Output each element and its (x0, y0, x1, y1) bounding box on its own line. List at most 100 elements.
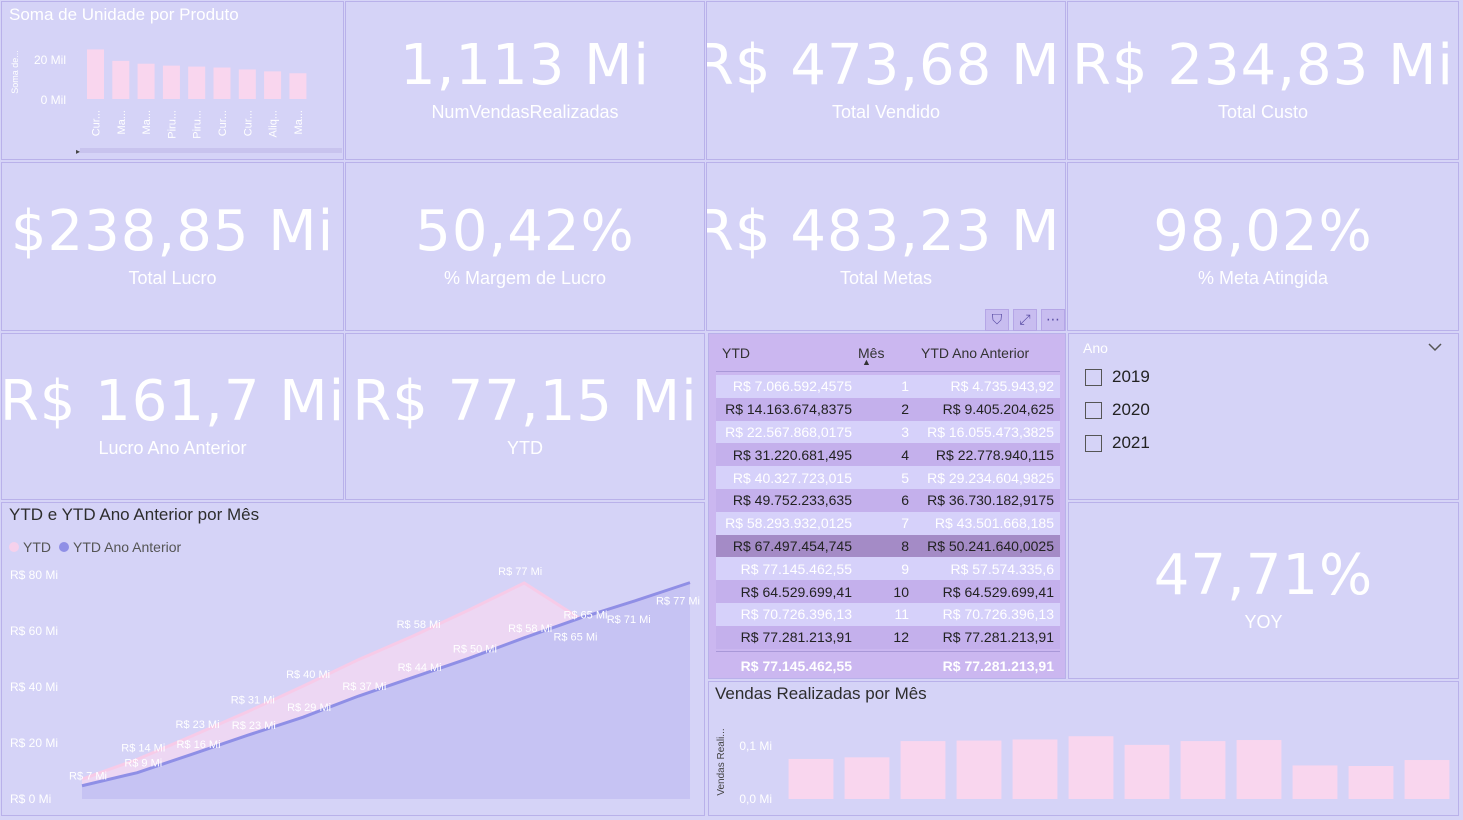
cell-ytd: R$ 40.327.723,015 (732, 469, 852, 486)
vendas-por-mes-visual[interactable]: Vendas Realizadas por Mês Vendas Reali..… (708, 681, 1459, 816)
y-axis-label: Soma de... (10, 50, 20, 94)
x-tick-label: Aliq... (268, 110, 280, 138)
cell-mes: 3 (901, 423, 909, 440)
card-label: Total Metas (839, 268, 933, 288)
table-row[interactable]: R$ 67.497.454,745 8 R$ 50.241.640,0025 (716, 534, 1060, 558)
y-tick-label: 0,1 Mi (739, 739, 772, 753)
ytd-area-chart-visual[interactable]: YTD e YTD Ano Anterior por Mês YTD YTD A… (1, 502, 705, 816)
card-label: YTD (507, 438, 543, 458)
table-row[interactable]: R$ 22.567.868,0175 3 R$ 16.055.473,3825 (716, 420, 1060, 444)
table-row[interactable]: R$ 77.281.213,91 12 R$ 77.281.213,91 (716, 625, 1060, 649)
cell-mes: 1 (901, 378, 909, 395)
header-ytd-ano-anterior[interactable]: YTD Ano Anterior (917, 345, 1060, 361)
checkbox[interactable] (1085, 401, 1102, 419)
vendas-bar-chart[interactable]: Vendas Reali... 0,1 Mi 0,0 Mi (709, 682, 1459, 816)
table-row[interactable]: R$ 31.220.681,495 4 R$ 22.778.940,115 (716, 443, 1060, 467)
x-tick-label: Ma... (141, 110, 153, 134)
ytd-table-visual[interactable]: YTD Mês ▲ YTD Ano Anterior R$ 7.066.592,… (708, 333, 1066, 679)
table-row[interactable]: R$ 64.529.699,41 10 R$ 64.529.699,41 (716, 580, 1060, 603)
card-label: YOY (1244, 612, 1283, 632)
bar (112, 60, 130, 99)
x-tick-label: Piru... (166, 110, 178, 139)
header-ytd[interactable]: YTD (716, 345, 858, 361)
cell-ytd: R$ 67.497.454,745 (732, 537, 852, 554)
card-total-lucro: $238,85 Mi Total Lucro (1, 162, 344, 331)
x-tick-label: Piru... (192, 110, 204, 139)
bar (1124, 744, 1170, 799)
checkbox[interactable] (1085, 368, 1102, 386)
data-label-ytd-anterior: R$ 29 Mi (287, 702, 331, 714)
bar (289, 73, 307, 99)
card-total-vendido: R$ 473,68 Mi Total Vendido (706, 1, 1066, 160)
card-label: Total Custo (1217, 102, 1309, 122)
filter-icon[interactable]: ⛉ (985, 309, 1009, 331)
checkbox[interactable] (1085, 434, 1102, 452)
cell-ytd: R$ 64.529.699,41 (740, 583, 852, 600)
card-value: R$ 161,7 Mi (1, 369, 344, 434)
data-label-ytd: R$ 23 Mi (176, 719, 220, 731)
table-row[interactable]: R$ 70.726.396,13 11 R$ 70.726.396,13 (716, 602, 1060, 626)
bar (238, 69, 256, 99)
data-label-ytd: R$ 77 Mi (656, 596, 700, 608)
unidade-bar-chart[interactable]: Soma de... 20 Mil 0 Mil Cur... Ma... Ma... Pir… (2, 2, 344, 160)
header-mes[interactable]: Mês ▲ (858, 345, 917, 367)
bar (264, 71, 282, 99)
card-label: Total Lucro (128, 268, 217, 288)
table-row[interactable]: R$ 49.752.233,635 6 R$ 36.730.182,9175 (716, 488, 1060, 512)
more-options-icon[interactable]: ⋯ (1041, 309, 1065, 331)
cell-ytd: R$ 77.145.462,55 (740, 560, 852, 577)
x-tick-label: Cur... (91, 110, 103, 136)
card-margem-lucro: 50,42% % Margem de Lucro (345, 162, 705, 331)
data-label-ytd-anterior: R$ 16 Mi (177, 739, 221, 751)
table-row[interactable]: R$ 40.327.723,015 5 R$ 29.234.604,9825 (716, 466, 1060, 489)
data-label-ytd: R$ 40 Mi (286, 669, 330, 681)
data-label-ytd-anterior: R$ 9 Mi (124, 758, 162, 770)
table-row[interactable]: R$ 77.145.462,55 9 R$ 57.574.335,6 (716, 557, 1060, 581)
data-label-ytd-anterior: R$ 50 Mi (453, 643, 497, 655)
data-label-ytd-anterior: R$ 44 Mi (398, 662, 442, 674)
slicer-option-2020[interactable]: 2020 (1085, 400, 1150, 420)
y-tick-label: R$ 40 Mi (10, 680, 58, 694)
table-row[interactable]: R$ 14.163.674,8375 2 R$ 9.405.204,625 (716, 397, 1060, 421)
bar (956, 740, 1002, 799)
bar (1180, 741, 1226, 799)
card-label: Total Vendido (831, 102, 941, 122)
focus-mode-icon[interactable]: ⤢ (1013, 309, 1037, 331)
x-tick-label: Cur... (242, 110, 254, 136)
data-label-ytd-anterior: R$ 58 Mi (508, 623, 552, 635)
cell-ytd: R$ 49.752.233,635 (732, 492, 852, 509)
bar (1348, 765, 1394, 799)
cell-mes: 2 (901, 401, 909, 418)
chevron-down-icon[interactable] (1428, 342, 1442, 352)
slicer-option-2021[interactable]: 2021 (1085, 433, 1150, 453)
y-tick-label: 20 Mil (34, 53, 66, 67)
card-label: % Margem de Lucro (443, 268, 607, 288)
cell-ytd: R$ 58.293.932,0125 (725, 515, 852, 532)
card-label: NumVendasRealizadas (431, 102, 619, 122)
card-value: 1,113 Mi (400, 33, 650, 98)
card-label: Lucro Ano Anterior (98, 438, 247, 458)
unidade-por-produto-visual[interactable]: Soma de Unidade por Produto Soma de... 20… (1, 1, 344, 160)
total-ytd-ano-anterior: R$ 77.281.213,91 (942, 658, 1054, 675)
card-total-custo: R$ 234,83 Mi Total Custo (1067, 1, 1459, 160)
cell-ytd: R$ 70.726.396,13 (740, 606, 852, 623)
x-tick-label: Cur... (217, 110, 229, 136)
bar (788, 758, 834, 799)
ytd-area-chart[interactable]: R$ 0 Mi R$ 20 Mi R$ 40 Mi R$ 60 Mi R$ 80 Mi R… (2, 503, 705, 816)
table-row[interactable]: R$ 7.066.592,4575 1 R$ 4.735.943,92 (716, 375, 1060, 398)
ytd-table: YTD Mês ▲ YTD Ano Anterior R$ 7.066.592,… (716, 334, 1060, 678)
cell-ytd-ano-anterior: R$ 22.778.940,115 (935, 446, 1054, 463)
bar (137, 63, 155, 99)
total-ytd: R$ 77.145.462,55 (740, 658, 852, 675)
cell-ytd-ano-anterior: R$ 29.234.604,9825 (927, 469, 1054, 486)
cell-ytd-ano-anterior: R$ 16.055.473,3825 (927, 423, 1054, 440)
cell-ytd-ano-anterior: R$ 43.501.668,185 (934, 515, 1054, 532)
table-row[interactable]: R$ 58.293.932,0125 7 R$ 43.501.668,185 (716, 511, 1060, 535)
slicer-option-2019[interactable]: 2019 (1085, 367, 1150, 387)
cell-ytd-ano-anterior: R$ 70.726.396,13 (942, 606, 1054, 623)
data-label-ytd-anterior: R$ 37 Mi (342, 681, 386, 693)
ano-slicer: Ano 2019 2020 2021 (1068, 333, 1459, 500)
data-label-ytd: R$ 14 Mi (121, 742, 165, 754)
cell-mes: 6 (901, 492, 909, 509)
card-value: $238,85 Mi (10, 199, 335, 264)
